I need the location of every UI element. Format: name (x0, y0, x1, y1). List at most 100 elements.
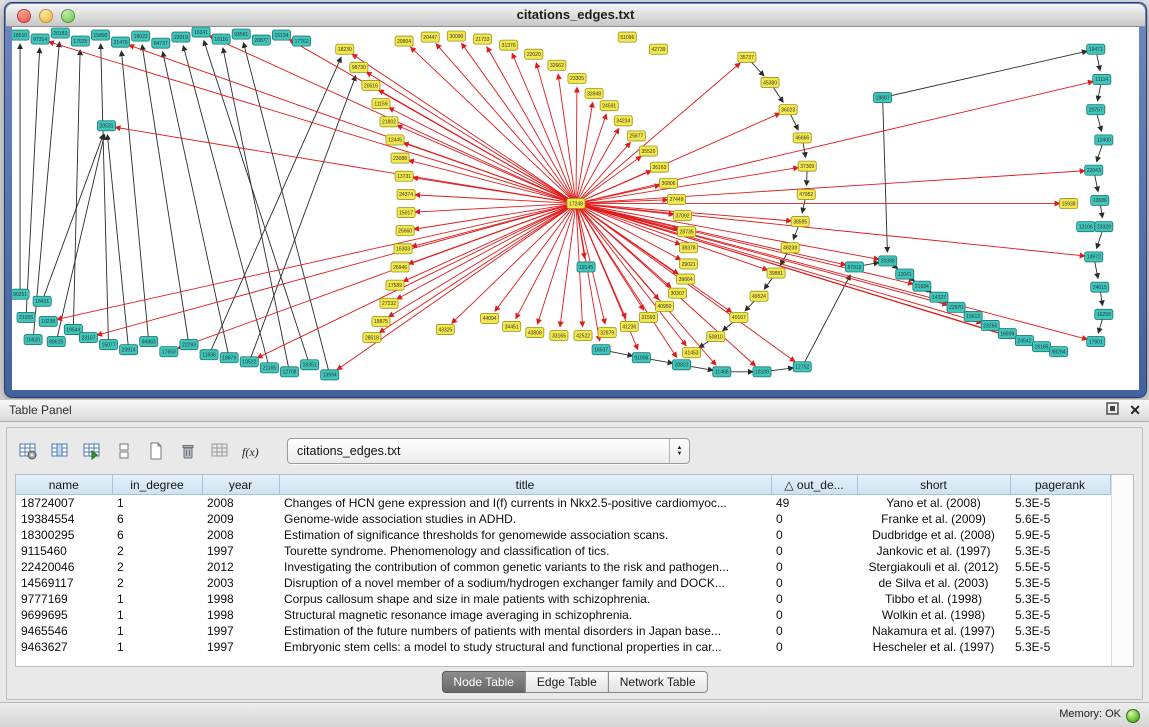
graph-node[interactable]: 87919 (845, 262, 863, 272)
graph-node[interactable]: 18687 (874, 93, 892, 103)
graph-node[interactable]: 16537 (592, 345, 610, 355)
table-settings-icon[interactable] (15, 438, 41, 464)
graph-node[interactable]: 97314 (31, 34, 49, 44)
graph-node[interactable]: 40167 (730, 312, 748, 322)
table-cell[interactable]: 0 (771, 511, 857, 527)
merge-table-icon[interactable] (207, 438, 233, 464)
graph-node[interactable]: 34451 (503, 321, 521, 331)
graph-node[interactable]: 49524 (750, 291, 768, 301)
table-cell[interactable]: 1 (112, 591, 202, 607)
table-cell[interactable]: 0 (771, 527, 857, 543)
graph-node[interactable]: 21055 (17, 312, 35, 322)
float-panel-icon[interactable] (1106, 402, 1119, 420)
table-cell[interactable]: Yano et al. (2008) (857, 495, 1010, 512)
graph-node[interactable]: 11466 (713, 367, 731, 377)
minimize-window-button[interactable] (39, 9, 53, 23)
graph-node[interactable]: 19351 (301, 360, 319, 370)
graph-node[interactable]: 15613 (964, 311, 982, 321)
table-cell[interactable]: 6 (112, 527, 202, 543)
graph-node[interactable]: 15017 (397, 207, 415, 217)
function-builder-icon[interactable]: f(x) (239, 438, 265, 464)
tab-network-table[interactable]: Network Table (608, 671, 708, 693)
table-cell[interactable]: 5.9E-5 (1010, 527, 1110, 543)
table-cell[interactable]: 5.3E-5 (1010, 639, 1110, 655)
graph-node[interactable]: 18185 (1032, 342, 1050, 352)
graph-node[interactable]: 37309 (798, 161, 816, 171)
table-cell[interactable]: 9777169 (16, 591, 112, 607)
graph-node[interactable]: 51096 (618, 32, 636, 42)
graph-node[interactable]: 39664 (677, 274, 695, 284)
table-selector-dropdown[interactable]: citations_edges.txt ▲▼ (287, 438, 690, 464)
network-graph[interactable]: 1851097314201831702515890214701902284737… (12, 27, 1139, 390)
graph-node[interactable]: 43325 (436, 324, 454, 334)
graph-node[interactable]: 33165 (550, 331, 568, 341)
graph-node[interactable]: 21733 (473, 34, 491, 44)
graph-node[interactable]: 21802 (380, 117, 398, 127)
graph-node[interactable]: 15077 (99, 340, 117, 350)
network-window-titlebar[interactable]: citations_edges.txt (6, 4, 1145, 27)
graph-node[interactable]: 24615 (1091, 282, 1109, 292)
graph-node[interactable]: 43808 (526, 327, 544, 337)
graph-node[interactable]: 36806 (659, 178, 677, 188)
graph-node[interactable]: 23305 (568, 73, 586, 83)
graph-node[interactable]: 13041 (896, 269, 914, 279)
graph-node[interactable]: 19145 (577, 262, 595, 272)
table-row[interactable]: 2242004622012Investigating the contribut… (16, 559, 1110, 575)
graph-node[interactable]: 18875 (372, 316, 390, 326)
table-row[interactable]: 969969511998Structural magnetic resonanc… (16, 607, 1110, 623)
graph-node[interactable]: 17589 (386, 280, 404, 290)
graph-node[interactable]: 17901 (1087, 337, 1105, 347)
graph-node[interactable]: 18979 (220, 353, 238, 363)
table-cell[interactable]: 1 (112, 623, 202, 639)
tab-edge-table[interactable]: Edge Table (525, 671, 609, 693)
graph-node[interactable]: 15890 (91, 30, 109, 40)
graph-node[interactable]: 17249 (567, 198, 585, 208)
graph-node[interactable]: 21470 (112, 37, 130, 47)
table-cell[interactable]: Stergiakouli et al. (2012) (857, 559, 1010, 575)
graph-node[interactable]: 22020 (525, 49, 543, 59)
graph-node[interactable]: 84737 (152, 38, 170, 48)
table-cell[interactable]: Jankovic et al. (1997) (857, 543, 1010, 559)
table-cell[interactable]: 2008 (202, 527, 279, 543)
graph-node[interactable]: 30307 (668, 288, 686, 298)
graph-node[interactable]: 36023 (779, 105, 797, 115)
table-cell[interactable]: 5.6E-5 (1010, 511, 1110, 527)
row-height-icon[interactable] (111, 438, 137, 464)
graph-node[interactable]: 23329 (1095, 222, 1113, 232)
graph-node[interactable]: 17762 (292, 36, 310, 46)
graph-node[interactable]: 12400 (1095, 135, 1113, 145)
graph-node[interactable]: 20398 (879, 256, 897, 266)
table-cell[interactable]: 6 (112, 511, 202, 527)
table-cell[interactable]: 5.3E-5 (1010, 575, 1110, 591)
table-cell[interactable]: Wolkin et al. (1998) (857, 607, 1010, 623)
table-cell[interactable]: 1997 (202, 543, 279, 559)
column-header[interactable]: △ out_de... (771, 475, 857, 495)
column-header[interactable]: pagerank (1010, 475, 1110, 495)
graph-node[interactable]: 29021 (680, 259, 698, 269)
close-panel-icon[interactable]: ✕ (1129, 402, 1141, 419)
graph-node[interactable]: 32662 (548, 60, 566, 70)
column-header[interactable]: title (279, 475, 771, 495)
graph-node[interactable]: 38595 (791, 217, 809, 227)
table-row[interactable]: 1456911722003Disruption of a novel membe… (16, 575, 1110, 591)
table-cell[interactable]: 49 (771, 495, 857, 512)
graph-node[interactable]: 12445 (386, 135, 404, 145)
table-row[interactable]: 911546021997Tourette syndrome. Phenomeno… (16, 543, 1110, 559)
table-cell[interactable]: Corpus callosum shape and size in male p… (279, 591, 771, 607)
table-cell[interactable]: 1 (112, 607, 202, 623)
delete-table-icon[interactable] (175, 438, 201, 464)
graph-node[interactable]: 37092 (674, 211, 692, 221)
table-cell[interactable]: 1 (112, 639, 202, 655)
table-cell[interactable]: 1 (112, 495, 202, 512)
table-row[interactable]: 1872400712008Changes of HCN gene express… (16, 495, 1110, 512)
graph-node[interactable]: 42522 (574, 331, 592, 341)
table-cell[interactable]: 1998 (202, 591, 279, 607)
table-cell[interactable]: Investigating the contribution of common… (279, 559, 771, 575)
graph-node[interactable]: 26946 (391, 262, 409, 272)
table-row[interactable]: 977716911998Corpus callosum shape and si… (16, 591, 1110, 607)
table-cell[interactable]: Estimation of significance thresholds fo… (279, 527, 771, 543)
graph-node[interactable]: 16258 (1095, 309, 1113, 319)
graph-node[interactable]: 20447 (421, 32, 439, 42)
graph-node[interactable]: 33948 (585, 89, 603, 99)
graph-node[interactable]: 34234 (614, 116, 632, 126)
